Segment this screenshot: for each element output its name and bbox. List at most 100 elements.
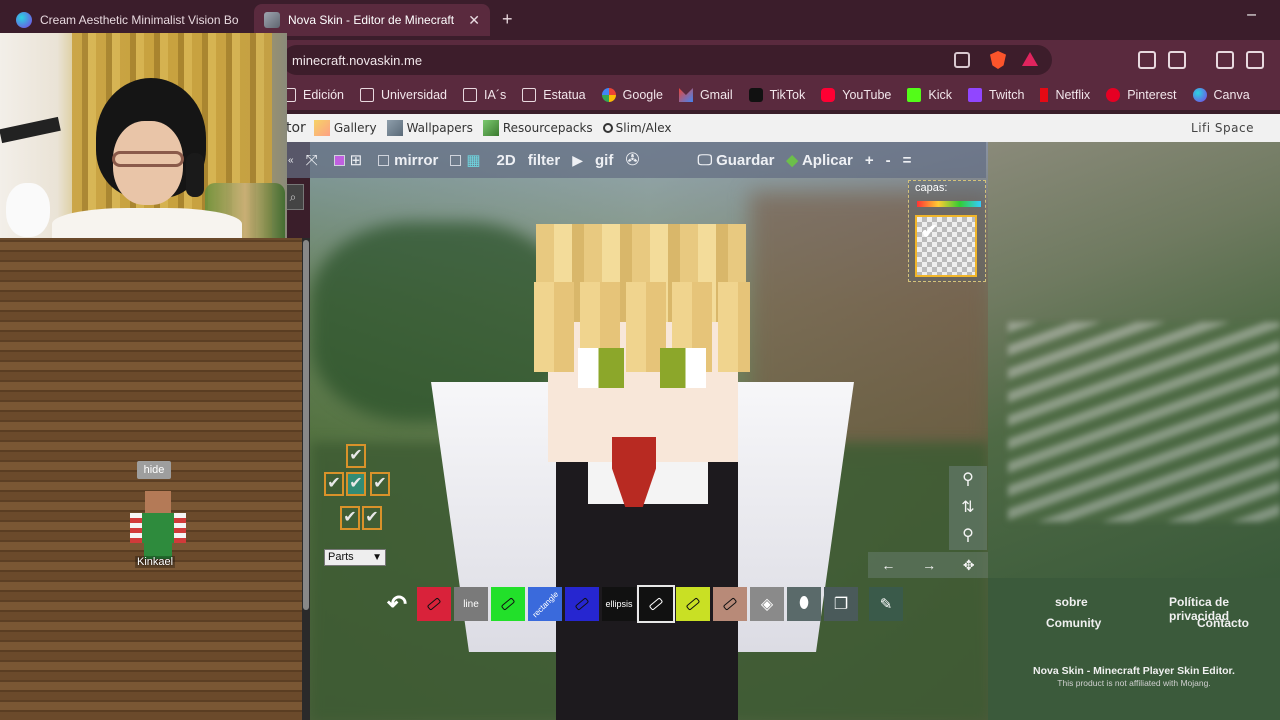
- bookmark-youtube[interactable]: YouTube: [821, 88, 891, 102]
- expand-arrows-icon: ⤧: [305, 151, 318, 169]
- menu-button[interactable]: =: [897, 142, 918, 178]
- arrow-left-icon[interactable]: ←: [881, 557, 895, 573]
- hide-button[interactable]: hide: [137, 461, 171, 479]
- url-text[interactable]: minecraft.novaskin.me: [292, 53, 422, 68]
- nav-editor-fragment[interactable]: tor: [286, 120, 306, 136]
- tool-eyedropper[interactable]: ✎: [869, 587, 903, 621]
- rotate-toggle-button[interactable]: ⇅: [949, 494, 987, 522]
- mirror-toggle[interactable]: mirror: [372, 142, 444, 178]
- bookmark-ias[interactable]: IA´s: [463, 88, 506, 102]
- reading-list-icon[interactable]: [1168, 51, 1186, 69]
- tab-canva[interactable]: Cream Aesthetic Minimalist Vision Bo: [6, 4, 252, 36]
- tool-pencil-lime[interactable]: [676, 587, 710, 621]
- save-button[interactable]: 🖵 Guardar: [692, 142, 781, 178]
- brave-shields-icon[interactable]: [990, 51, 1006, 69]
- scrollbar-thumb[interactable]: [303, 240, 309, 610]
- novaskin-icon: [264, 12, 280, 28]
- apply-button[interactable]: ◆ Aplicar: [780, 142, 858, 178]
- nav-gallery[interactable]: Gallery: [313, 120, 377, 136]
- noise-toggle[interactable]: ▦: [444, 142, 490, 178]
- mode-2d-button[interactable]: 2D: [491, 142, 522, 178]
- bookmark-netflix[interactable]: Netflix: [1040, 88, 1090, 102]
- footer-contact-link[interactable]: Contacto: [1197, 616, 1249, 630]
- extensions-icon[interactable]: [1138, 51, 1156, 69]
- tool-label: line: [463, 598, 479, 610]
- canva-icon: [1192, 88, 1207, 102]
- parts-select[interactable]: Parts ▼: [324, 549, 386, 566]
- tool-pencil-black[interactable]: [637, 585, 675, 623]
- tool-eraser[interactable]: ⬮: [787, 587, 821, 621]
- zoom-out-button[interactable]: ⚲: [949, 522, 987, 550]
- mirror-checkbox[interactable]: [378, 154, 390, 166]
- tool-bucket[interactable]: ◈: [750, 587, 784, 621]
- palette-icon[interactable]: ✇: [619, 142, 645, 178]
- wallet-icon[interactable]: [1246, 51, 1264, 69]
- minimize-window-button[interactable]: –: [1247, 6, 1256, 24]
- tool-pencil-red[interactable]: [417, 587, 451, 621]
- bookmark-canva[interactable]: Canva: [1192, 88, 1250, 102]
- part-right-leg-toggle[interactable]: ✔: [340, 506, 360, 530]
- play-icon[interactable]: ▶: [566, 142, 589, 178]
- bookmark-pinterest[interactable]: Pinterest: [1106, 88, 1177, 102]
- editor-toolbar: « ⤧ ⊞ mirror ▦ 2D filter ▶ gif ✇ 🖵 Guarda…: [282, 142, 986, 178]
- footer-about-link[interactable]: sobre: [1055, 595, 1088, 609]
- nav-label: Gallery: [333, 121, 377, 135]
- layer-thumbnail[interactable]: ✔: [915, 215, 977, 277]
- nav-resourcepacks[interactable]: Resourcepacks: [482, 120, 593, 136]
- bookmark-edicion[interactable]: Edición: [282, 88, 344, 102]
- share-icon[interactable]: [954, 52, 970, 68]
- tool-rectangle[interactable]: rectangle: [528, 587, 562, 621]
- arrow-right-icon[interactable]: →: [922, 557, 936, 573]
- tool-pencil-blue[interactable]: [565, 587, 599, 621]
- bookmark-label: Pinterest: [1127, 88, 1177, 102]
- check-icon[interactable]: ✔: [921, 219, 938, 244]
- tool-line[interactable]: line: [454, 587, 488, 621]
- new-tab-button[interactable]: +: [502, 9, 513, 30]
- footer-community-link[interactable]: Comunity: [1046, 616, 1101, 630]
- bookmark-google[interactable]: Google: [601, 88, 663, 102]
- nav-lifi-space[interactable]: Lifi Space: [1191, 121, 1254, 135]
- tool-ellipsis[interactable]: ellipsis: [602, 587, 636, 621]
- noise-checkbox[interactable]: [450, 154, 462, 166]
- bookmark-universidad[interactable]: Universidad: [360, 88, 447, 102]
- tab-novaskin[interactable]: Nova Skin - Editor de Minecraft ✕: [254, 4, 490, 36]
- tool-layers[interactable]: ❐: [824, 587, 858, 621]
- bookmark-estatua[interactable]: Estatua: [522, 88, 586, 102]
- bookmark-tiktok[interactable]: TikTok: [748, 88, 806, 102]
- part-head-toggle[interactable]: ✔: [346, 444, 366, 468]
- address-bar[interactable]: minecraft.novaskin.me: [282, 45, 1052, 75]
- bookmark-label: Netflix: [1055, 88, 1091, 102]
- tool-pencil-brown[interactable]: [713, 587, 747, 621]
- nav-wallpapers[interactable]: Wallpapers: [386, 120, 473, 136]
- grid-checkbox[interactable]: [333, 154, 345, 166]
- move-arrows-icon[interactable]: ✥: [963, 557, 975, 574]
- eyedropper-icon: ✎: [879, 596, 893, 613]
- add-layer-button[interactable]: +: [859, 142, 880, 178]
- part-left-arm-toggle[interactable]: ✔: [370, 472, 390, 496]
- skin-model[interactable]: [431, 222, 854, 720]
- nav-slim-alex[interactable]: Slim/Alex: [602, 121, 672, 135]
- bookmark-kick[interactable]: Kick: [907, 88, 952, 102]
- part-body-toggle[interactable]: ✔: [346, 472, 366, 496]
- bookmark-label: TikTok: [769, 88, 806, 102]
- bookmark-twitch[interactable]: Twitch: [968, 88, 1024, 102]
- remove-layer-button[interactable]: -: [880, 142, 897, 178]
- part-left-leg-toggle[interactable]: ✔: [362, 506, 382, 530]
- color-strip[interactable]: [917, 201, 981, 207]
- filter-button[interactable]: filter: [522, 142, 567, 178]
- gif-button[interactable]: gif: [589, 142, 619, 178]
- site-footer: sobre Comunity Política de privacidad Co…: [988, 578, 1280, 720]
- undo-button[interactable]: ↶: [380, 587, 414, 621]
- skin-eye-right: [660, 348, 706, 388]
- grid-toggle[interactable]: ⊞: [328, 142, 373, 178]
- skin-preview[interactable]: [130, 491, 186, 561]
- zoom-in-button[interactable]: ⚲: [949, 466, 987, 494]
- bookmark-gmail[interactable]: Gmail: [678, 88, 733, 102]
- sidebar-icon[interactable]: [1216, 51, 1234, 69]
- tool-pencil-green[interactable]: [491, 587, 525, 621]
- fullscreen-button[interactable]: ⤧: [300, 142, 328, 178]
- scrollbar[interactable]: [302, 238, 310, 720]
- close-tab-icon[interactable]: ✕: [468, 12, 480, 29]
- brave-rewards-icon[interactable]: [1022, 52, 1038, 66]
- part-right-arm-toggle[interactable]: ✔: [324, 472, 344, 496]
